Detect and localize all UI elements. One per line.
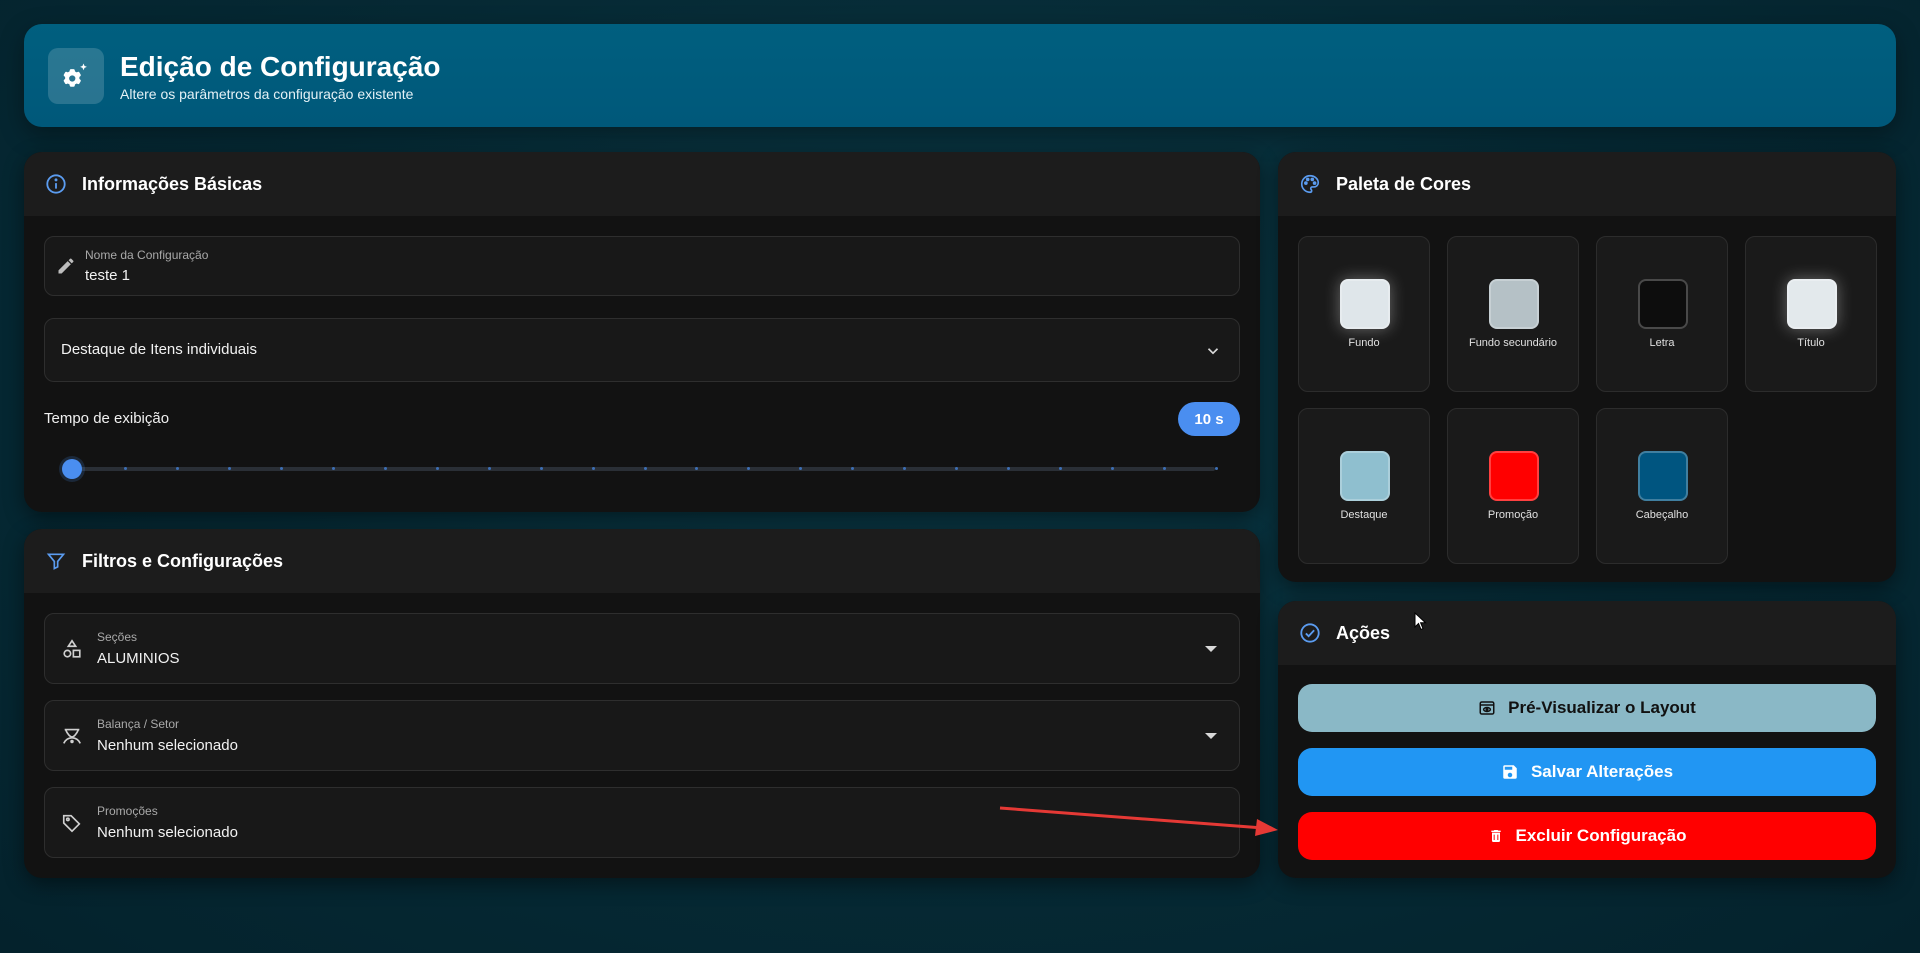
config-name-field[interactable]: Nome da Configuração teste 1	[44, 236, 1240, 296]
delete-config-button[interactable]: Excluir Configuração	[1298, 812, 1876, 860]
color-swatch-tile[interactable]: Fundo	[1298, 236, 1430, 392]
config-name-value: teste 1	[85, 267, 131, 284]
sections-label: Seções	[97, 630, 138, 644]
basic-info-card: Informações Básicas Nome da Configuração…	[24, 152, 1260, 512]
pencil-icon	[55, 255, 77, 277]
config-name-label: Nome da Configuração	[85, 248, 209, 262]
promotions-value: Nenhum selecionado	[97, 824, 238, 841]
sections-select[interactable]: Seções ALUMINIOS	[44, 613, 1240, 684]
color-swatch[interactable]	[1489, 279, 1539, 329]
preview-layout-button[interactable]: Pré-Visualizar o Layout	[1298, 684, 1876, 732]
gear-sparkle-icon	[48, 47, 104, 104]
palette-title: Paleta de Cores	[1336, 173, 1472, 194]
palette-header: Paleta de Cores	[1278, 152, 1896, 216]
highlight-select-value: Destaque de Itens individuais	[61, 341, 257, 358]
save-changes-button[interactable]: Salvar Alterações	[1298, 748, 1876, 796]
floppy-icon	[1503, 765, 1517, 779]
tag-icon	[61, 812, 83, 834]
scale-icon	[61, 725, 83, 747]
color-swatch-label: Cabeçalho	[1635, 509, 1689, 521]
sections-value: ALUMINIOS	[97, 650, 180, 667]
check-circle-icon	[1298, 621, 1322, 645]
slider-tick	[643, 467, 647, 470]
color-swatch-label: Destaque	[1340, 509, 1388, 521]
trash-icon	[1490, 830, 1501, 842]
display-time-label: Tempo de exibição	[44, 410, 170, 427]
slider-tick	[591, 467, 595, 470]
palette-icon	[1298, 172, 1322, 196]
color-swatch[interactable]	[1638, 451, 1688, 501]
actions-header: Ações	[1278, 601, 1896, 665]
chevron-down-icon	[1203, 341, 1223, 361]
color-swatch-tile[interactable]: Promoção	[1447, 408, 1579, 564]
scale-value: Nenhum selecionado	[97, 737, 238, 754]
delete-config-label: Excluir Configuração	[1515, 826, 1687, 845]
highlight-select[interactable]: Destaque de Itens individuais	[44, 318, 1240, 382]
caret-down-icon	[1205, 645, 1217, 652]
actions-card: Ações Pré-Visualizar o Layout Salvar Alt…	[1278, 601, 1896, 878]
slider-tick	[383, 467, 387, 470]
slider-tick	[123, 467, 127, 470]
slider-tick	[487, 467, 491, 470]
palette-card: Paleta de Cores Fundo Fundo secundário Let…	[1278, 152, 1896, 582]
annotation-arrow	[999, 806, 1278, 836]
slider-tick	[227, 467, 231, 470]
info-icon	[44, 172, 68, 196]
color-swatch-tile[interactable]: Título	[1745, 236, 1877, 392]
color-swatch[interactable]	[1787, 279, 1837, 329]
color-swatch-label: Fundo	[1348, 337, 1380, 349]
preview-icon	[1479, 701, 1495, 715]
scale-label: Balança / Setor	[97, 717, 180, 731]
slider-tick	[1215, 467, 1218, 470]
filters-header: Filtros e Configurações	[24, 529, 1260, 593]
display-time-slider-thumb[interactable]	[62, 459, 82, 479]
save-changes-label: Salvar Alterações	[1530, 762, 1674, 781]
filter-icon	[44, 549, 68, 573]
color-swatch[interactable]	[1340, 279, 1390, 329]
slider-tick	[175, 467, 179, 470]
color-swatch-tile[interactable]: Destaque	[1298, 408, 1430, 564]
scale-select[interactable]: Balança / Setor Nenhum selecionado	[44, 700, 1240, 771]
shapes-icon	[61, 638, 83, 660]
color-swatch-label: Promoção	[1487, 509, 1539, 521]
slider-tick	[435, 467, 439, 470]
color-swatch[interactable]	[1489, 451, 1539, 501]
color-swatch[interactable]	[1638, 279, 1688, 329]
preview-layout-label: Pré-Visualizar o Layout	[1508, 698, 1696, 717]
display-time-badge: 10 s	[1178, 402, 1240, 436]
color-swatch-tile[interactable]: Fundo secundário	[1447, 236, 1579, 392]
slider-tick	[331, 467, 335, 470]
slider-tick	[279, 467, 283, 470]
page-subtitle: Altere os parâmetros da configuração exi…	[120, 85, 414, 102]
filters-title: Filtros e Configurações	[82, 550, 284, 571]
color-swatch[interactable]	[1340, 451, 1390, 501]
caret-down-icon	[1205, 732, 1217, 739]
page-title: Edição de Configuração	[120, 50, 441, 82]
color-swatch-tile[interactable]: Letra	[1596, 236, 1728, 392]
color-swatch-tile[interactable]: Cabeçalho	[1596, 408, 1728, 564]
color-swatch-label: Letra	[1649, 337, 1675, 349]
slider-tick	[539, 467, 543, 470]
mouse-cursor-icon	[1414, 612, 1427, 631]
color-swatch-label: Fundo secundário	[1468, 337, 1558, 349]
color-swatch-label: Título	[1797, 337, 1825, 349]
promotions-label: Promoções	[97, 804, 158, 818]
page-header: Edição de Configuração Altere os parâmet…	[24, 24, 1896, 127]
basic-info-title: Informações Básicas	[82, 173, 263, 194]
actions-title: Ações	[1336, 622, 1391, 643]
basic-info-header: Informações Básicas	[24, 152, 1260, 216]
